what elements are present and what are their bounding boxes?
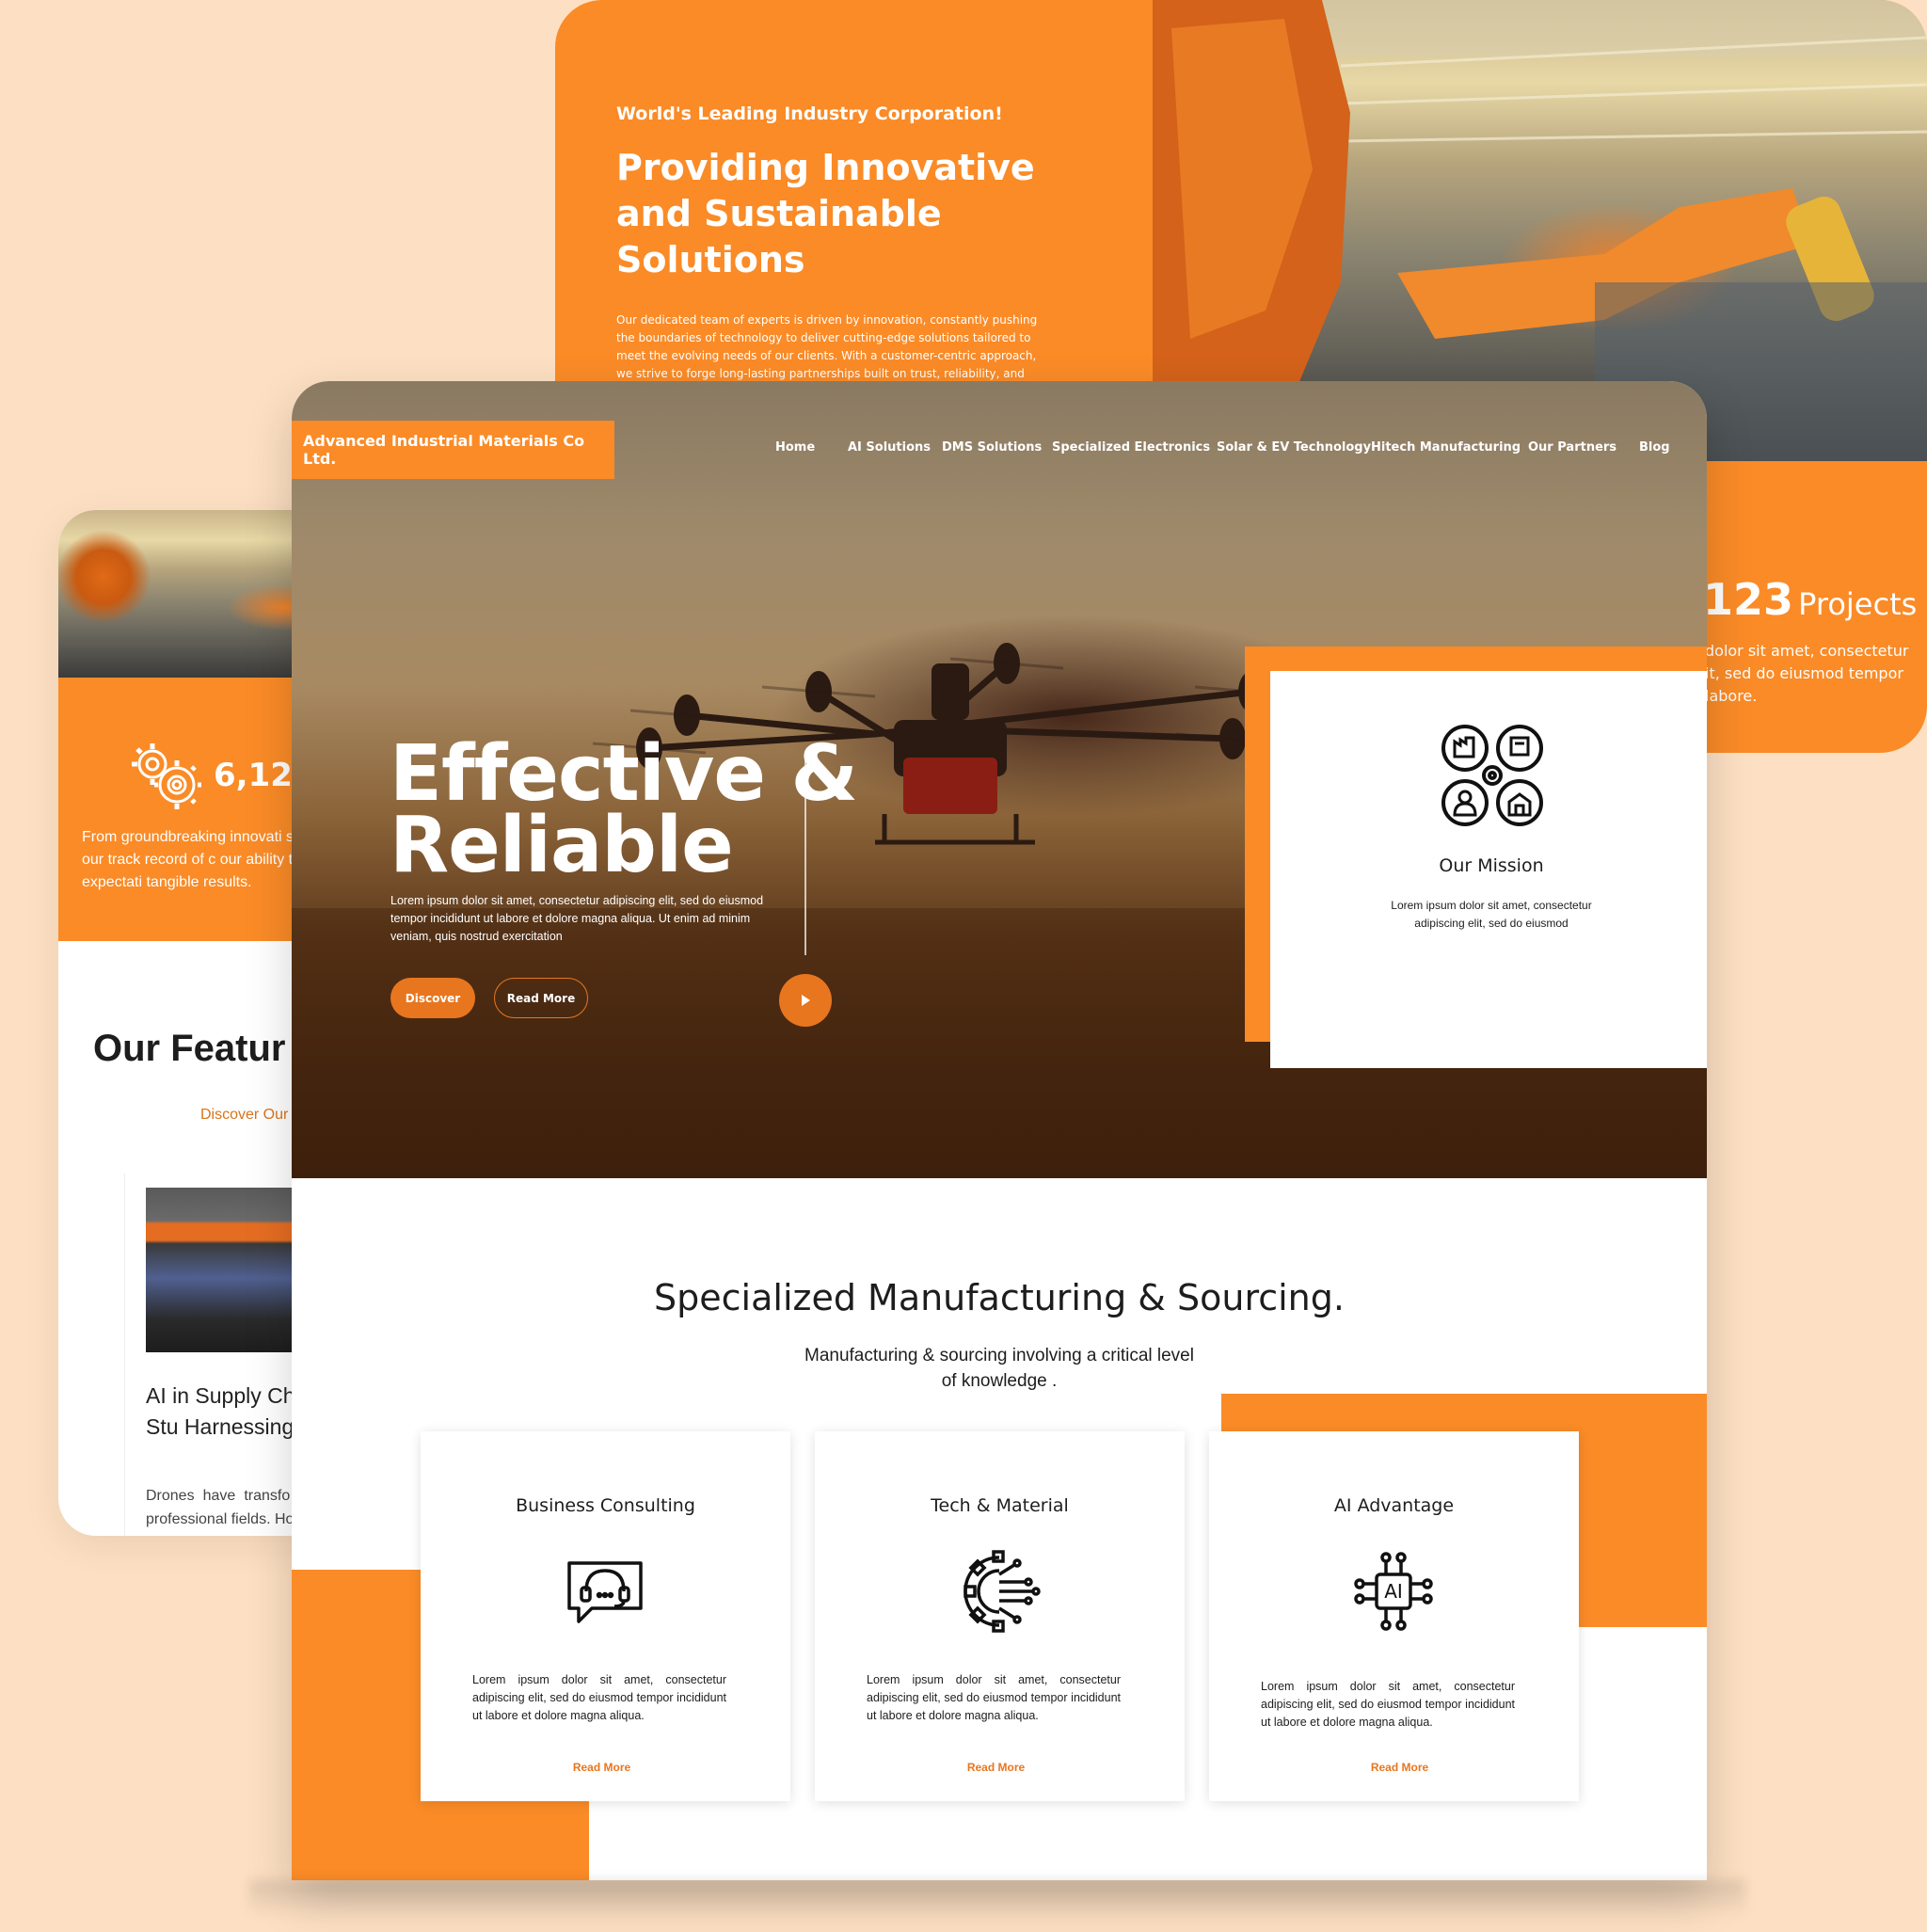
service-text: Lorem ipsum dolor sit amet, consectetur … [1261,1680,1515,1729]
service-card-tech-material: Tech & Material Lorem ipsum dolor sit am… [815,1431,1185,1801]
main-preview-card: Advanced Industrial Materials Co Ltd. Ho… [292,381,1707,1880]
service-card-business-consulting: Business Consulting Lorem ipsum dolor si… [421,1431,790,1801]
nav-specialized-electronics[interactable]: Specialized Electronics [1052,440,1210,455]
hero-divider [804,758,806,955]
service-read-more-link[interactable]: Read More [421,1761,783,1774]
projects-label: Projects [1798,586,1918,622]
hero-title-line-1: Effective & [390,729,858,819]
nav-our-partners[interactable]: Our Partners [1528,440,1616,455]
ai-chip-label: AI [1384,1580,1403,1603]
hero-title-line-2: Reliable [390,801,734,890]
mission-card: Our Mission Lorem ipsum dolor sit amet, … [1270,671,1707,1068]
nav-hitech-manufacturing[interactable]: Hitech Manufacturing [1371,440,1521,455]
main-card-shadow [249,1880,1745,1918]
back-eyebrow: World's Leading Industry Corporation! [616,104,1003,124]
circuit-gear-icon [964,1550,1041,1633]
mission-text: Lorem ipsum dolor sit amet, consectetur … [1391,899,1592,930]
discover-button[interactable]: Discover [390,978,475,1018]
section-subtitle: Manufacturing & sourcing involving a cri… [804,1346,1194,1391]
projects-count: 123 [1703,574,1794,625]
play-icon [802,995,810,1006]
nav-solar-ev[interactable]: Solar & EV Technology [1217,440,1371,455]
service-read-more-link[interactable]: Read More [1218,1761,1581,1774]
features-heading: Our Featur [93,1028,286,1069]
nav-ai-solutions[interactable]: AI Solutions [848,440,931,455]
service-card-ai-advantage: AI Advantage AI Lorem ipsum dolor sit am… [1209,1431,1579,1801]
hero-read-more-button[interactable]: Read More [494,978,588,1018]
nav-dms-solutions[interactable]: DMS Solutions [942,440,1042,455]
consulting-headset-icon [567,1561,643,1623]
gears-icon [132,743,201,809]
projects-stat: 123 Projects [1703,574,1917,625]
mission-quad-icon [1441,725,1543,826]
mission-title: Our Mission [1439,855,1544,876]
nav-blog[interactable]: Blog [1639,440,1670,455]
section-title: Specialized Manufacturing & Sourcing. [654,1277,1345,1318]
service-title: AI Advantage [1333,1495,1455,1516]
service-read-more-link[interactable]: Read More [815,1761,1177,1774]
service-text: Lorem ipsum dolor sit amet, consectetur … [472,1673,726,1722]
service-title: Business Consulting [516,1495,695,1516]
back-headline: Providing Innovative and Sustainable Sol… [616,147,1035,280]
hero-title: Effective & Reliable [390,729,858,890]
ai-chip-icon: AI [1354,1552,1433,1631]
play-video-button[interactable] [779,974,832,1027]
projects-text: dolor sit amet, consectetur it, sed do e… [1705,642,1909,705]
features-link[interactable]: Discover Our [200,1107,288,1124]
service-title: Tech & Material [931,1495,1069,1516]
hero-text: Lorem ipsum dolor sit amet, consectetur … [390,894,764,943]
nav-home[interactable]: Home [775,440,815,455]
service-text: Lorem ipsum dolor sit amet, consectetur … [867,1673,1121,1722]
main-nav: Home AI Solutions DMS Solutions Speciali… [292,440,1707,459]
